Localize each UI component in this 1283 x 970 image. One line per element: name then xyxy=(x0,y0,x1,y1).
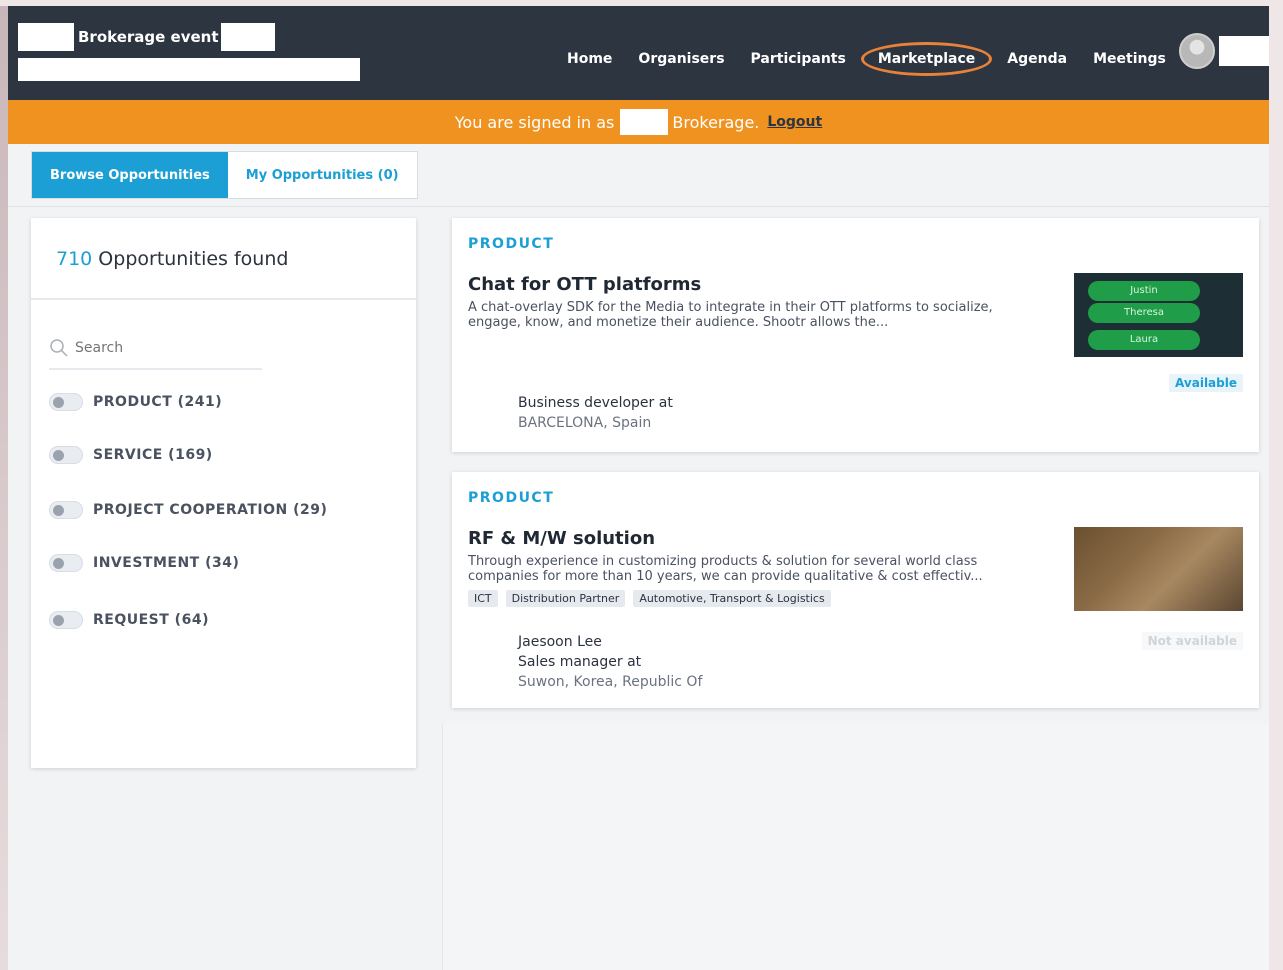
results-count-label: Opportunities found xyxy=(92,248,289,270)
redacted-username xyxy=(1219,36,1269,66)
tab-browse-opportunities[interactable]: Browse Opportunities xyxy=(32,152,228,198)
avatar[interactable] xyxy=(1179,33,1215,69)
toggle-switch[interactable] xyxy=(49,611,83,629)
search-icon xyxy=(50,339,68,357)
banner-suffix: Brokerage. xyxy=(672,112,760,132)
tag: Distribution Partner xyxy=(505,590,626,607)
opportunity-title[interactable]: RF & M/W solution xyxy=(468,528,655,549)
toggle-switch[interactable] xyxy=(49,554,83,572)
redacted-block xyxy=(620,109,669,135)
nav-marketplace[interactable]: Marketplace xyxy=(860,42,993,76)
filter-label: SERVICE (169) xyxy=(93,447,213,463)
nav-home[interactable]: Home xyxy=(554,51,625,67)
results-count: 710 Opportunities found xyxy=(56,248,288,270)
opportunity-description: A chat-overlay SDK for the Media to inte… xyxy=(468,300,993,330)
tag: ICT xyxy=(468,590,498,607)
opportunity-type: PRODUCT xyxy=(468,490,555,506)
nav-agenda[interactable]: Agenda xyxy=(994,51,1080,67)
contact-name: Jaesoon Lee xyxy=(518,634,602,650)
search-box xyxy=(49,328,262,370)
toggle-switch[interactable] xyxy=(49,393,83,411)
toggle-switch[interactable] xyxy=(49,446,83,464)
availability-badge: Available xyxy=(1169,374,1243,392)
opportunity-tabs: Browse Opportunities My Opportunities (0… xyxy=(31,151,418,199)
empty-list-area xyxy=(442,724,1269,970)
filter-sidebar: 710 Opportunities found PRODUCT (241) SE… xyxy=(31,218,416,768)
filter-label: INVESTMENT (34) xyxy=(93,555,240,571)
banner-prefix: You are signed in as xyxy=(454,112,615,132)
opportunity-thumbnail: Justin Theresa Laura xyxy=(1074,273,1243,357)
opportunity-card[interactable]: PRODUCT Chat for OTT platforms A chat-ov… xyxy=(452,218,1259,452)
tag-list: ICT Distribution Partner Automotive, Tra… xyxy=(468,590,839,607)
nav-organisers[interactable]: Organisers xyxy=(625,51,737,67)
filter-investment[interactable]: INVESTMENT (34) xyxy=(49,554,239,572)
opportunity-description: Through experience in customizing produc… xyxy=(468,554,983,584)
results-count-number: 710 xyxy=(56,248,93,270)
event-title-row: Brokerage event xyxy=(18,23,275,51)
logout-link[interactable]: Logout xyxy=(767,114,822,130)
opportunity-type: PRODUCT xyxy=(468,236,555,252)
contact-location: BARCELONA, Spain xyxy=(518,415,652,431)
toggle-switch[interactable] xyxy=(49,501,83,519)
redacted-block xyxy=(220,23,275,51)
thumbnail-pill: Laura xyxy=(1088,330,1200,350)
filter-label: PRODUCT (241) xyxy=(93,394,223,410)
top-navigation-bar: Brokerage event Home Organisers Particip… xyxy=(8,6,1269,100)
contact-role: Sales manager at xyxy=(518,654,642,670)
search-input[interactable] xyxy=(75,340,255,356)
thumbnail-pill: Justin xyxy=(1088,281,1200,301)
event-title: Brokerage event xyxy=(78,28,219,46)
background-edge-right xyxy=(1269,0,1283,970)
filter-label: PROJECT COOPERATION (29) xyxy=(93,502,328,518)
filter-service[interactable]: SERVICE (169) xyxy=(49,446,213,464)
filter-project-cooperation[interactable]: PROJECT COOPERATION (29) xyxy=(49,501,327,519)
app-window: Brokerage event Home Organisers Particip… xyxy=(8,6,1269,970)
nav-meetings[interactable]: Meetings xyxy=(1080,51,1179,67)
filter-product[interactable]: PRODUCT (241) xyxy=(49,393,222,411)
filter-label: REQUEST (64) xyxy=(93,612,209,628)
opportunity-card[interactable]: PRODUCT RF & M/W solution Through experi… xyxy=(452,472,1259,708)
main-nav: Home Organisers Participants Marketplace… xyxy=(554,42,1179,76)
contact-person: Business developer at BARCELONA, Spain xyxy=(518,393,673,433)
tab-my-opportunities[interactable]: My Opportunities (0) xyxy=(227,152,417,198)
contact-role: Business developer at xyxy=(518,395,673,411)
user-menu[interactable] xyxy=(1179,33,1269,69)
opportunity-thumbnail xyxy=(1074,527,1243,611)
contact-person: Jaesoon Lee Sales manager at Suwon, Kore… xyxy=(518,632,702,692)
divider xyxy=(31,298,416,300)
signed-in-banner: You are signed in as Brokerage. Logout xyxy=(8,100,1269,144)
contact-location: Suwon, Korea, Republic Of xyxy=(518,674,703,690)
redacted-subtitle xyxy=(18,58,360,81)
tag: Automotive, Transport & Logistics xyxy=(633,590,831,607)
opportunity-title[interactable]: Chat for OTT platforms xyxy=(468,274,701,295)
availability-badge: Not available xyxy=(1141,632,1243,650)
divider xyxy=(8,206,1269,207)
nav-participants[interactable]: Participants xyxy=(738,51,859,67)
redacted-block xyxy=(18,23,74,51)
filter-request[interactable]: REQUEST (64) xyxy=(49,611,209,629)
thumbnail-pill: Theresa xyxy=(1088,303,1200,323)
background-edge-left xyxy=(0,0,8,970)
